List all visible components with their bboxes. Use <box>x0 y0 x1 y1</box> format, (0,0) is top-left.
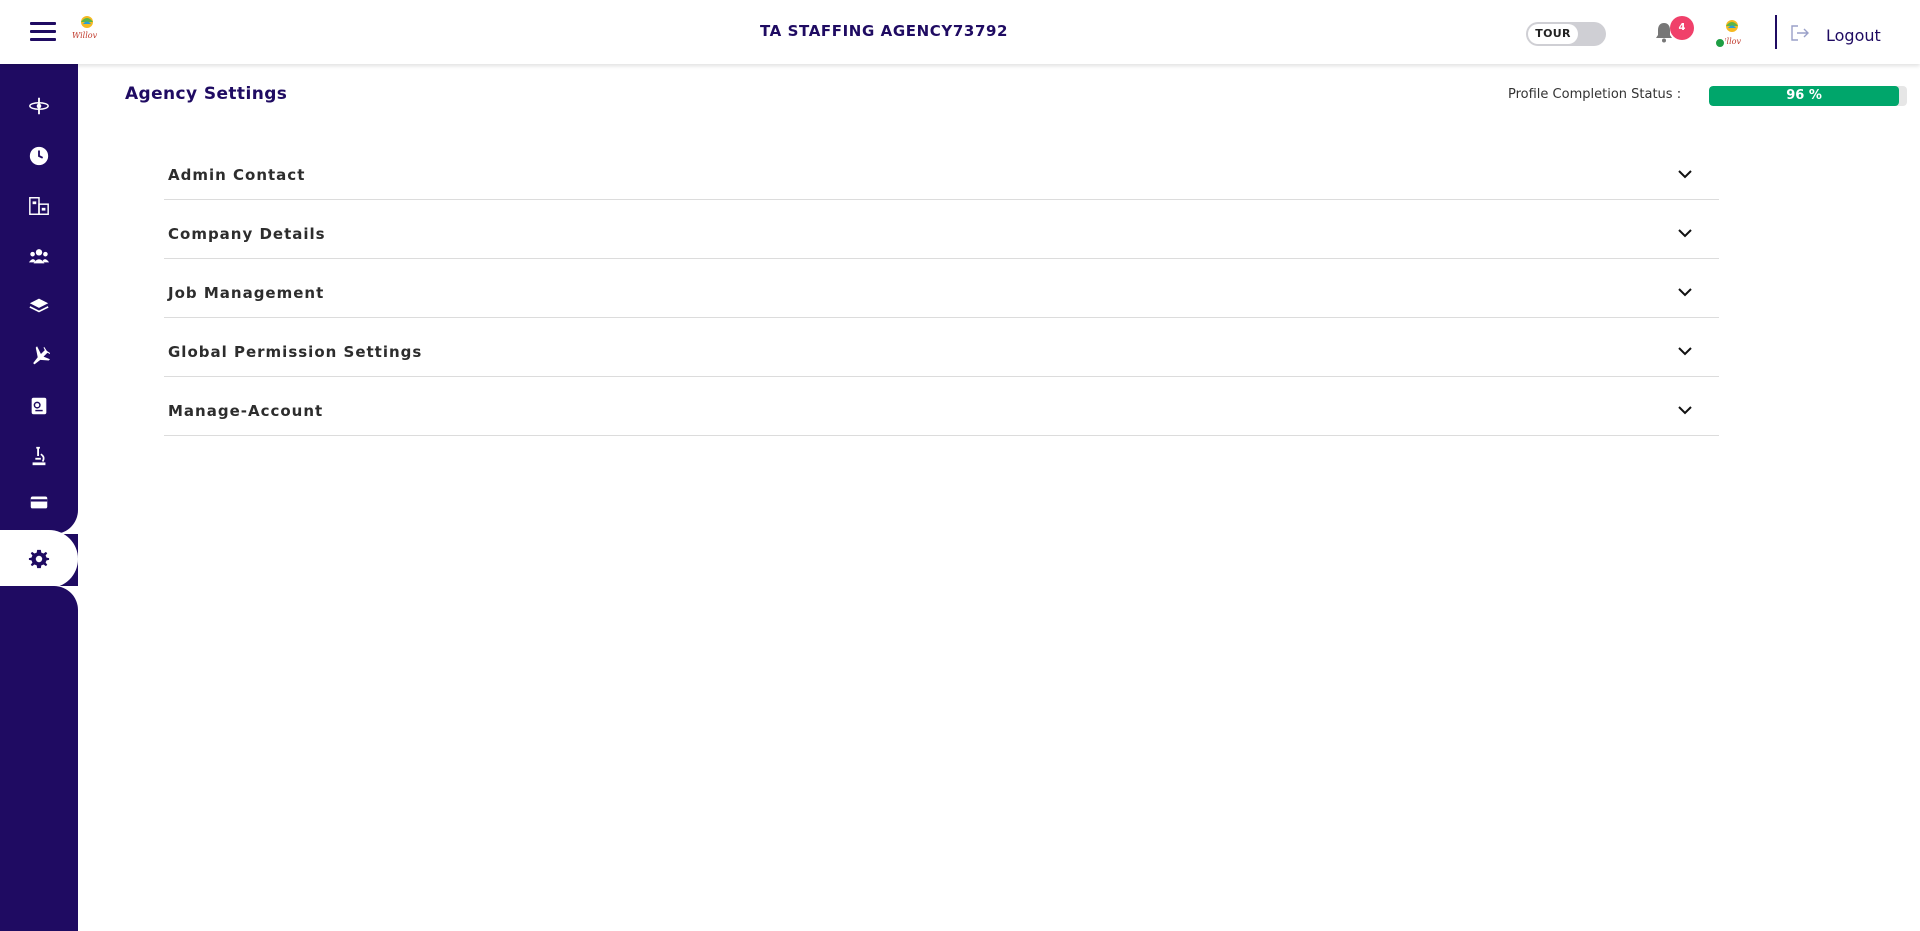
logout-button[interactable]: Logout <box>1826 26 1881 45</box>
sidebar-item-dashboard[interactable] <box>0 82 78 130</box>
tour-label: TOUR <box>1528 24 1578 44</box>
chevron-down-icon <box>1678 288 1692 297</box>
building-icon <box>29 197 49 215</box>
accordion-label: Admin Contact <box>168 166 306 184</box>
sidebar-item-users[interactable] <box>0 232 78 280</box>
notification-badge: 4 <box>1670 16 1694 40</box>
chevron-down-icon <box>1678 170 1692 179</box>
page-title: Agency Settings <box>125 84 288 104</box>
chevron-down-icon <box>1678 347 1692 356</box>
accordion-label: Manage-Account <box>168 402 324 420</box>
chevron-down-icon <box>1678 229 1692 238</box>
header-divider <box>1775 15 1777 49</box>
plane-icon <box>33 346 50 365</box>
sidebar-item-facilities[interactable] <box>0 182 78 230</box>
profile-completion-bar: 96 % <box>1709 86 1907 106</box>
sidebar-item-layers[interactable] <box>0 282 78 330</box>
accordion-label: Global Permission Settings <box>168 343 423 361</box>
top-header: Willov TA STAFFING AGENCY73792 TOUR 4 il… <box>0 0 1920 64</box>
layers-icon <box>29 298 49 313</box>
accordion-label: Company Details <box>168 225 326 243</box>
document-icon <box>31 397 47 415</box>
profile-completion-label: Profile Completion Status : <box>1508 87 1682 102</box>
online-status-dot <box>1714 37 1726 49</box>
profile-completion-fill: 96 % <box>1709 86 1900 106</box>
sidebar-item-time[interactable] <box>0 132 78 180</box>
clock-icon <box>29 146 49 166</box>
logout-icon[interactable] <box>1790 24 1810 42</box>
accordion-manage-account[interactable]: Manage-Account <box>164 378 1719 436</box>
sidebar <box>0 64 78 931</box>
accordion-admin-contact[interactable]: Admin Contact <box>164 142 1719 200</box>
tour-toggle[interactable]: TOUR <box>1526 22 1606 46</box>
accordion-label: Job Management <box>168 284 325 302</box>
app-title: TA STAFFING AGENCY73792 <box>759 22 1009 40</box>
sidebar-item-travel[interactable] <box>0 332 78 380</box>
sidebar-item-medical[interactable] <box>0 432 78 480</box>
accordion-global-permission-settings[interactable]: Global Permission Settings <box>164 319 1719 377</box>
dashboard-icon <box>29 97 49 115</box>
users-icon <box>28 249 50 264</box>
chevron-down-icon <box>1678 406 1692 415</box>
svg-text:illov: illov <box>1724 37 1741 46</box>
accordion-job-management[interactable]: Job Management <box>164 260 1719 318</box>
sidebar-item-documents[interactable] <box>0 382 78 430</box>
accordion-company-details[interactable]: Company Details <box>164 201 1719 259</box>
microscope-icon <box>32 446 46 466</box>
sidebar-item-settings[interactable] <box>0 530 78 588</box>
gear-icon <box>28 549 50 569</box>
